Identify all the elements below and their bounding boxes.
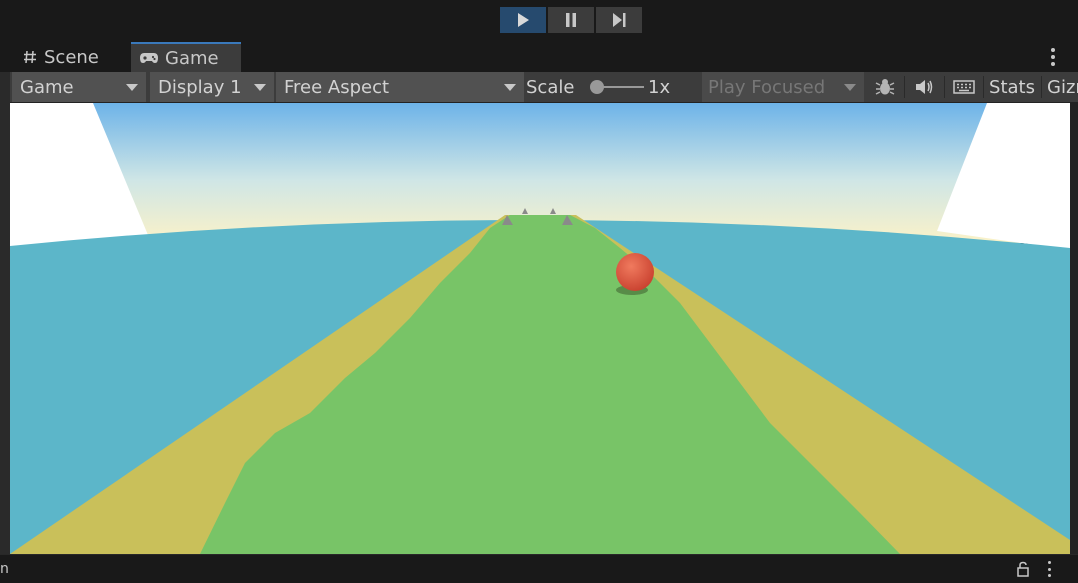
keyboard-shortcuts-button[interactable] [946,72,982,102]
play-mode-value: Play Focused [708,76,826,98]
aspect-dropdown[interactable]: Free Aspect [276,72,524,102]
view-mode-dropdown[interactable]: Game [12,72,146,102]
scale-slider-handle[interactable] [590,80,604,94]
game-view-toolbar: Game Display 1 Free Aspect Scale 1x Play… [10,72,1078,103]
mute-audio-button[interactable] [906,72,942,102]
stats-label: Stats [989,76,1035,98]
pause-icon [566,13,576,27]
scale-label: Scale [526,76,575,98]
keyboard-icon [953,80,975,94]
tab-game[interactable]: Game [131,42,241,72]
right-panel-edge [1070,103,1078,554]
gamepad-icon [139,51,159,65]
chevron-down-icon [844,84,856,91]
chevron-down-icon [254,84,266,91]
status-text: n [0,561,9,577]
chevron-down-icon [126,84,138,91]
display-dropdown[interactable]: Display 1 [150,72,274,102]
hash-icon [22,49,38,65]
lock-icon[interactable] [1016,561,1030,581]
tab-game-label: Game [165,47,219,69]
chevron-down-icon [504,84,516,91]
scale-control: Scale 1x [526,72,706,102]
tab-scene[interactable]: Scene [14,42,130,72]
toolbar-divider [944,76,945,98]
toolbar-divider [904,76,905,98]
kebab-menu-icon[interactable] [1046,561,1052,577]
tab-scene-label: Scene [44,46,99,68]
display-value: Display 1 [158,76,242,98]
stats-button[interactable]: Stats [985,72,1039,102]
toolbar-divider [983,76,984,98]
play-button[interactable] [500,7,546,33]
toolbar-divider [1041,76,1042,98]
pause-button[interactable] [548,7,594,33]
top-toolbar [0,0,1078,42]
step-icon [613,13,626,27]
panel-menu-icon[interactable] [1050,48,1056,66]
status-bar: n [0,554,1078,583]
game-viewport[interactable] [10,103,1070,554]
gizmos-button[interactable]: Gizmos [1043,72,1078,102]
player-ball [616,253,654,291]
speaker-icon [916,80,933,94]
scale-value: 1x [648,76,671,98]
gizmos-label: Gizmos [1047,76,1078,98]
editor-tab-bar: Scene Game [0,42,1078,72]
aspect-value: Free Aspect [284,76,390,98]
view-mode-value: Game [20,76,74,98]
step-button[interactable] [596,7,642,33]
bug-icon [875,79,895,95]
playmode-controls [500,7,642,33]
game-render [10,103,1070,554]
debug-button[interactable] [867,72,903,102]
play-mode-dropdown[interactable]: Play Focused [702,72,864,102]
left-panel-edge [0,72,10,554]
play-icon [518,13,529,27]
